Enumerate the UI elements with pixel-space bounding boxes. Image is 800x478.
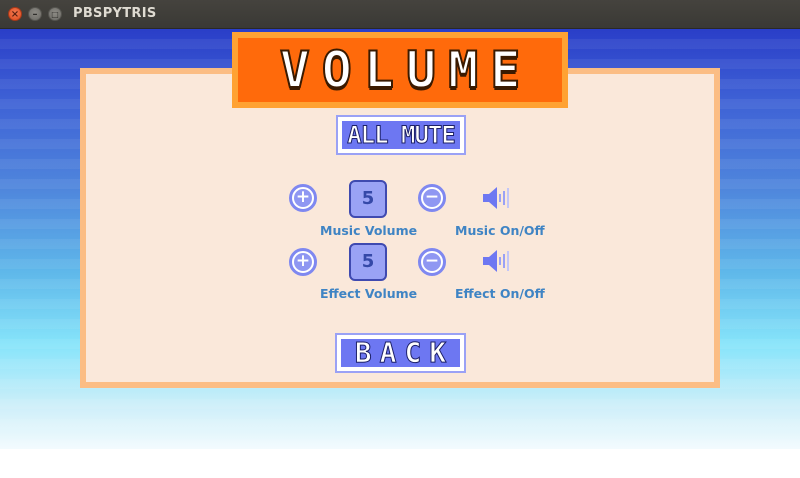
window-title: PBSPYTRIS <box>73 6 157 21</box>
effect-toggle-label: Effect On/Off <box>455 286 545 301</box>
close-icon: × <box>10 9 20 20</box>
music-volume-decrease-button[interactable]: − <box>418 184 446 212</box>
music-volume-increase-button[interactable]: + <box>289 184 317 212</box>
effect-volume-label: Effect Volume <box>320 286 418 301</box>
effect-volume-increase-button[interactable]: + <box>289 248 317 276</box>
speaker-icon <box>483 250 509 272</box>
all-mute-button[interactable]: ALL MUTE <box>336 115 466 155</box>
window-maximize-button[interactable]: □ <box>48 7 62 21</box>
window-close-button[interactable]: × <box>8 7 22 21</box>
page-title: VOLUME <box>279 40 533 100</box>
effect-volume-decrease-button[interactable]: − <box>418 248 446 276</box>
minimize-icon: – <box>32 9 38 20</box>
back-button[interactable]: BACK <box>335 333 466 373</box>
speaker-icon <box>483 187 509 209</box>
music-toggle-button[interactable] <box>482 185 512 211</box>
effect-toggle-button[interactable] <box>482 248 512 274</box>
window-minimize-button[interactable]: – <box>28 7 42 21</box>
effect-volume-value: 5 <box>349 243 387 281</box>
music-volume-value: 5 <box>349 180 387 218</box>
maximize-icon: □ <box>51 10 59 19</box>
volume-heading-banner: VOLUME <box>232 32 568 108</box>
music-toggle-label: Music On/Off <box>455 223 545 238</box>
music-volume-label: Music Volume <box>320 223 418 238</box>
window-titlebar: × – □ PBSPYTRIS <box>0 0 800 29</box>
